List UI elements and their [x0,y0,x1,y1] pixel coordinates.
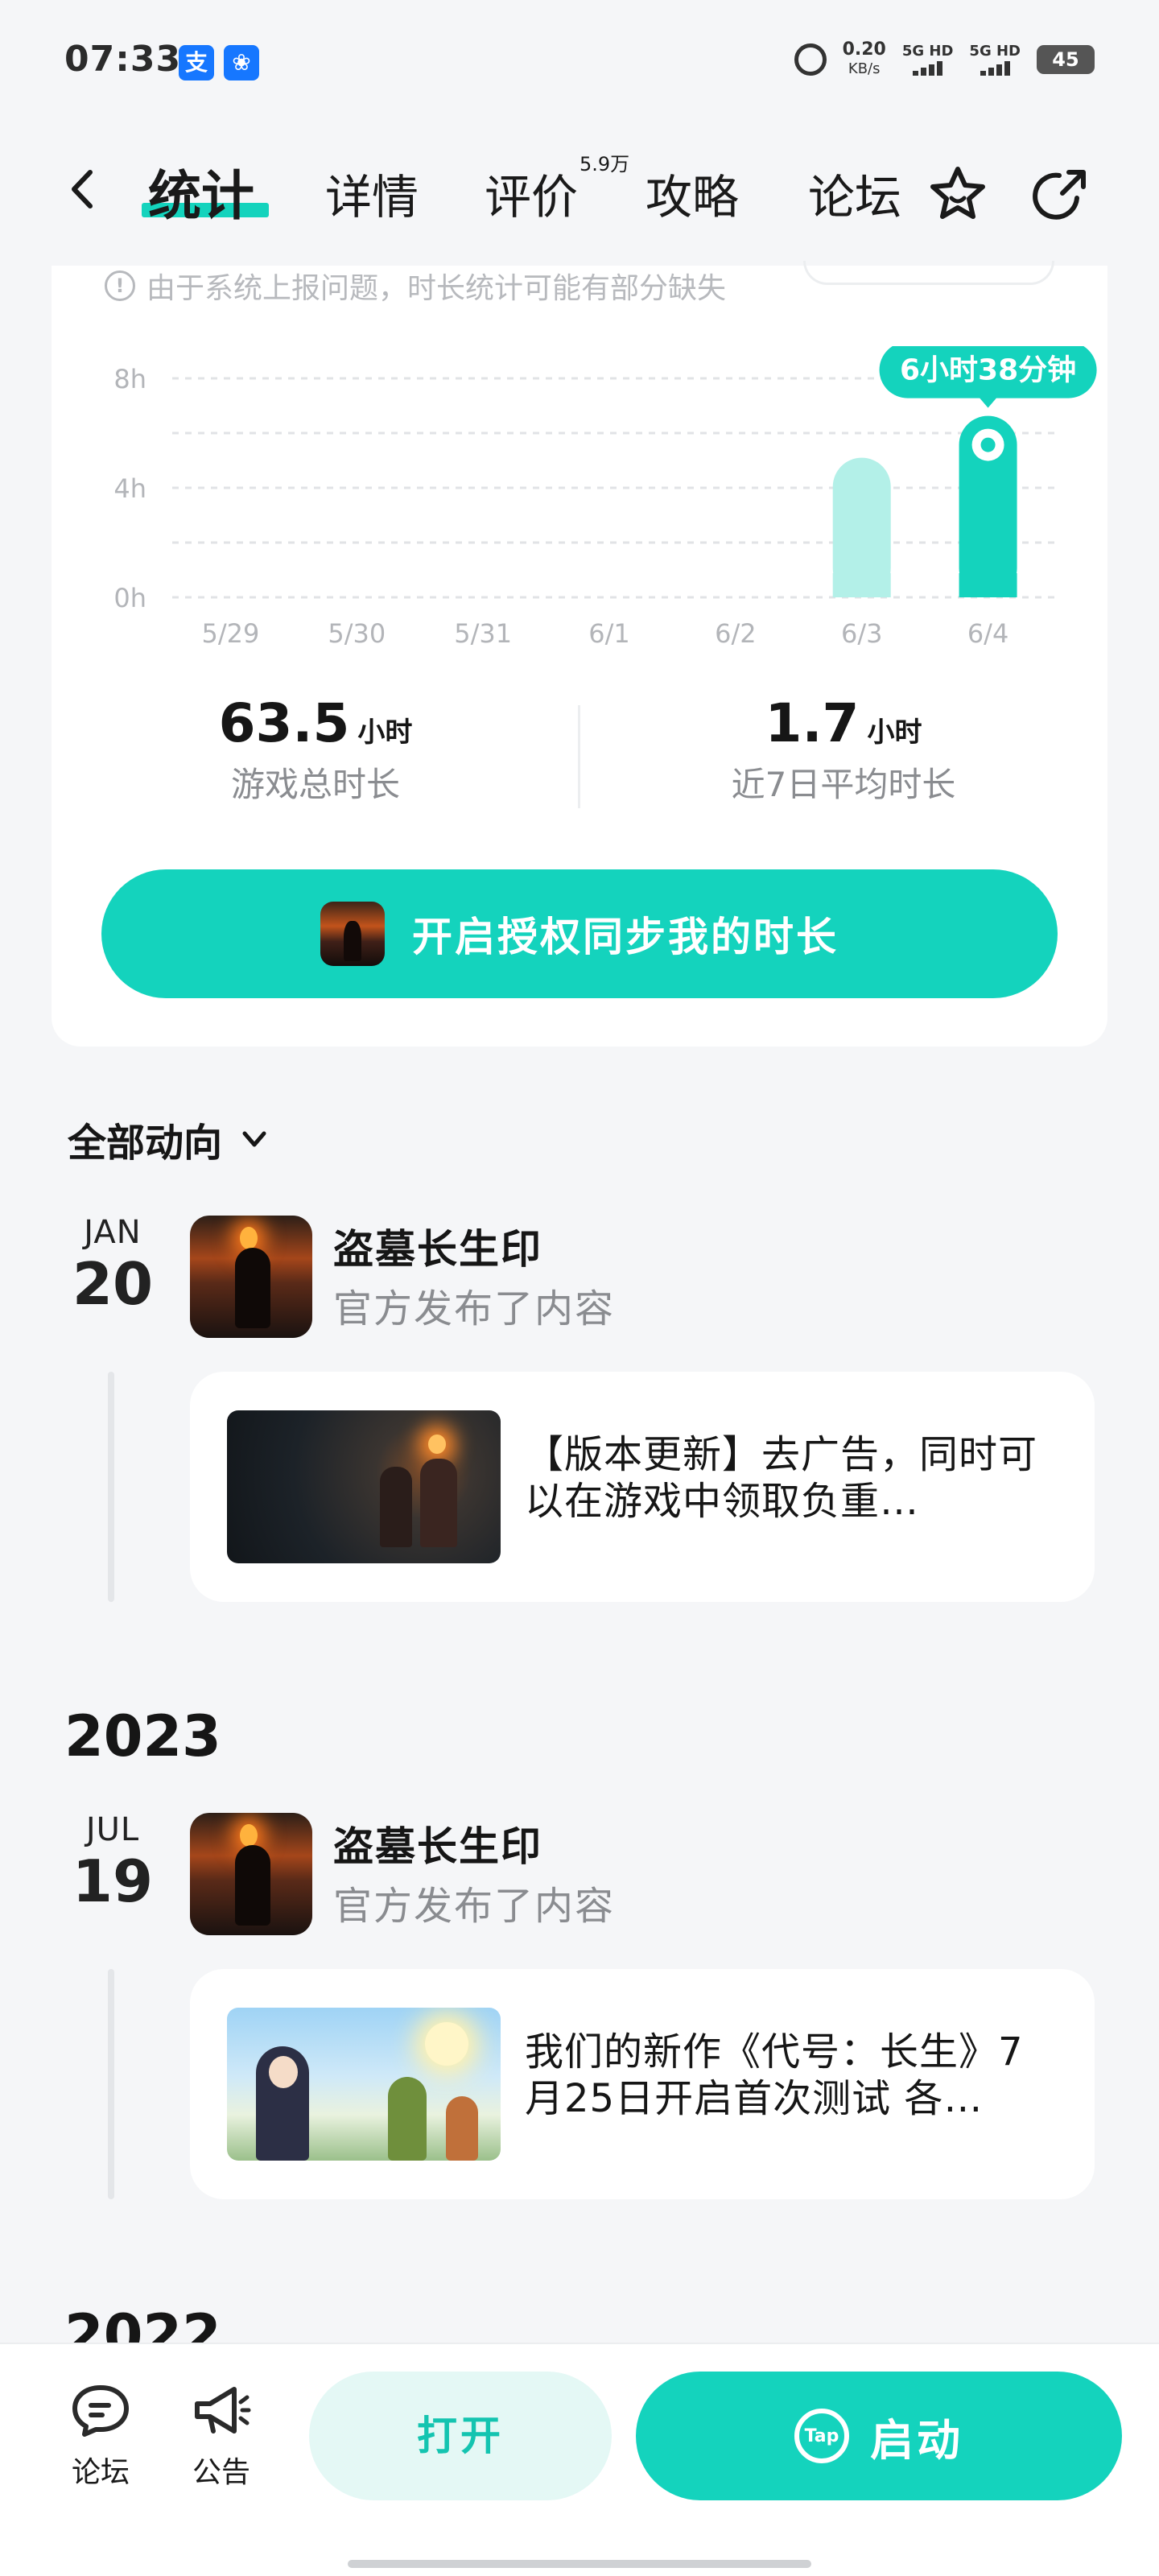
post-title: 我们的新作《代号：长生》7月25日开启首次测试 各… [525,2029,1024,2121]
y-tick-label: 0h [113,583,146,613]
x-tick-label: 6/4 [967,618,1009,649]
period-switch[interactable] [803,261,1054,285]
year-header: 2023 [64,1703,221,1769]
post-date: JUL 19 [72,1811,154,1915]
info-icon: ! [105,270,135,301]
signal-bars-icon [969,60,1021,76]
character-figure [420,1459,457,1547]
data-label: 6小时38分钟 [900,354,1076,387]
megaphone-icon [195,2387,251,2434]
bottom-action-bar: 论坛 公告 打开 Tap 启动 [0,2343,1159,2576]
tooltip-pointer [978,396,998,408]
share-icon[interactable] [1027,161,1095,229]
x-tick-label: 6/1 [588,618,630,649]
post-action: 官方发布了内容 [333,1884,616,1929]
back-arrow-icon[interactable] [63,167,106,211]
character-figure [388,2077,427,2161]
chart-bar-base [832,573,891,597]
battery-icon: 45 [1037,45,1095,74]
timeline-line [108,1372,114,1602]
sim1-signal: 5G HD [902,43,954,76]
favorite-star-icon[interactable] [924,161,992,229]
status-time: 07:33 [64,39,182,80]
feed-post-card[interactable]: 我们的新作《代号：长生》7月25日开启首次测试 各… [190,1969,1095,2199]
sun-glow [425,2022,468,2066]
game-icon [320,902,385,966]
figure-silhouette [235,1248,270,1328]
post-image [227,1410,501,1563]
tab-details[interactable]: 详情 [325,159,419,227]
torch-glow [240,1227,258,1249]
character-face [269,2056,298,2088]
character-figure [380,1467,412,1547]
playtime-chart: 8h 4h 0h 5/29 5/30 5/31 6/1 6/2 6/3 6小时38分钟 6/4 [113,346,1097,649]
net-speed: 0.20 KB/s [842,39,886,78]
review-count: 5.9万 [580,153,630,175]
highlight-dot-center [980,437,996,452]
y-tick-label: 8h [113,364,146,394]
sync-playtime-button[interactable]: 开启授权同步我的时长 [101,869,1058,998]
x-tick-label: 6/2 [715,618,757,649]
alarm-icon [794,43,827,76]
forum-button[interactable]: 论坛 [56,2381,145,2491]
taptap-logo-icon: Tap [794,2409,849,2463]
game-name[interactable]: 盗墓长生印 [333,1814,542,1872]
timeline-line [108,1969,114,2199]
post-title: 【版本更新】去广告，同时可以在游戏中领取负重… [525,1432,1038,1524]
game-name[interactable]: 盗墓长生印 [333,1217,542,1275]
status-bar: 07:33 支 ❀ 0.20 KB/s 5G HD 5G HD 45 [0,0,1159,121]
x-tick-label: 6/3 [841,618,883,649]
game-avatar[interactable] [190,1216,312,1338]
tab-guides[interactable]: 攻略 [645,159,739,227]
alipay-icon: 支 [179,45,214,80]
top-nav: 统计 详情 评价 5.9万 攻略 论坛 [0,129,1159,250]
game-avatar[interactable] [190,1813,312,1935]
chat-bubble-icon [72,2385,129,2437]
avg-playtime: 1.7 小时 近7日平均时长 [731,692,956,804]
tab-stats[interactable]: 统计 [148,153,254,230]
post-date: JAN 20 [72,1214,154,1318]
sim2-signal: 5G HD [969,43,1021,76]
torch-glow [428,1435,446,1454]
announcement-button[interactable]: 公告 [177,2381,266,2491]
stats-notice: ! 由于系统上报问题，时长统计可能有部分缺失 [105,266,726,306]
feed-filter-dropdown[interactable]: 全部动向 [68,1111,270,1167]
figure-silhouette [235,1845,270,1926]
open-button[interactable]: 打开 [309,2372,612,2500]
chart-bar-base [959,573,1017,597]
tab-forum[interactable]: 论坛 [808,159,901,227]
post-image [227,2008,501,2161]
x-tick-label: 5/29 [201,618,259,649]
chevron-down-icon [242,1131,266,1147]
home-indicator [348,2560,811,2568]
tab-reviews[interactable]: 评价 [485,159,578,227]
post-action: 官方发布了内容 [333,1286,616,1331]
x-tick-label: 5/30 [328,618,386,649]
feed-post-card[interactable]: 【版本更新】去广告，同时可以在游戏中领取负重… [190,1372,1095,1602]
torch-glow [240,1824,258,1847]
x-tick-label: 5/31 [454,618,512,649]
playtime-summary: 63.5 小时 游戏总时长 1.7 小时 近7日平均时长 [52,692,1107,813]
stats-card: ! 由于系统上报问题，时长统计可能有部分缺失 8h 4h 0h 5/29 5/30 5/3… [52,261,1107,1046]
signal-bars-icon [902,60,954,76]
app-notification-icon: ❀ [224,45,259,80]
launch-button[interactable]: Tap 启动 [636,2372,1122,2500]
total-playtime: 63.5 小时 游戏总时长 [218,692,413,804]
y-tick-label: 4h [113,473,146,504]
character-figure [446,2096,478,2161]
